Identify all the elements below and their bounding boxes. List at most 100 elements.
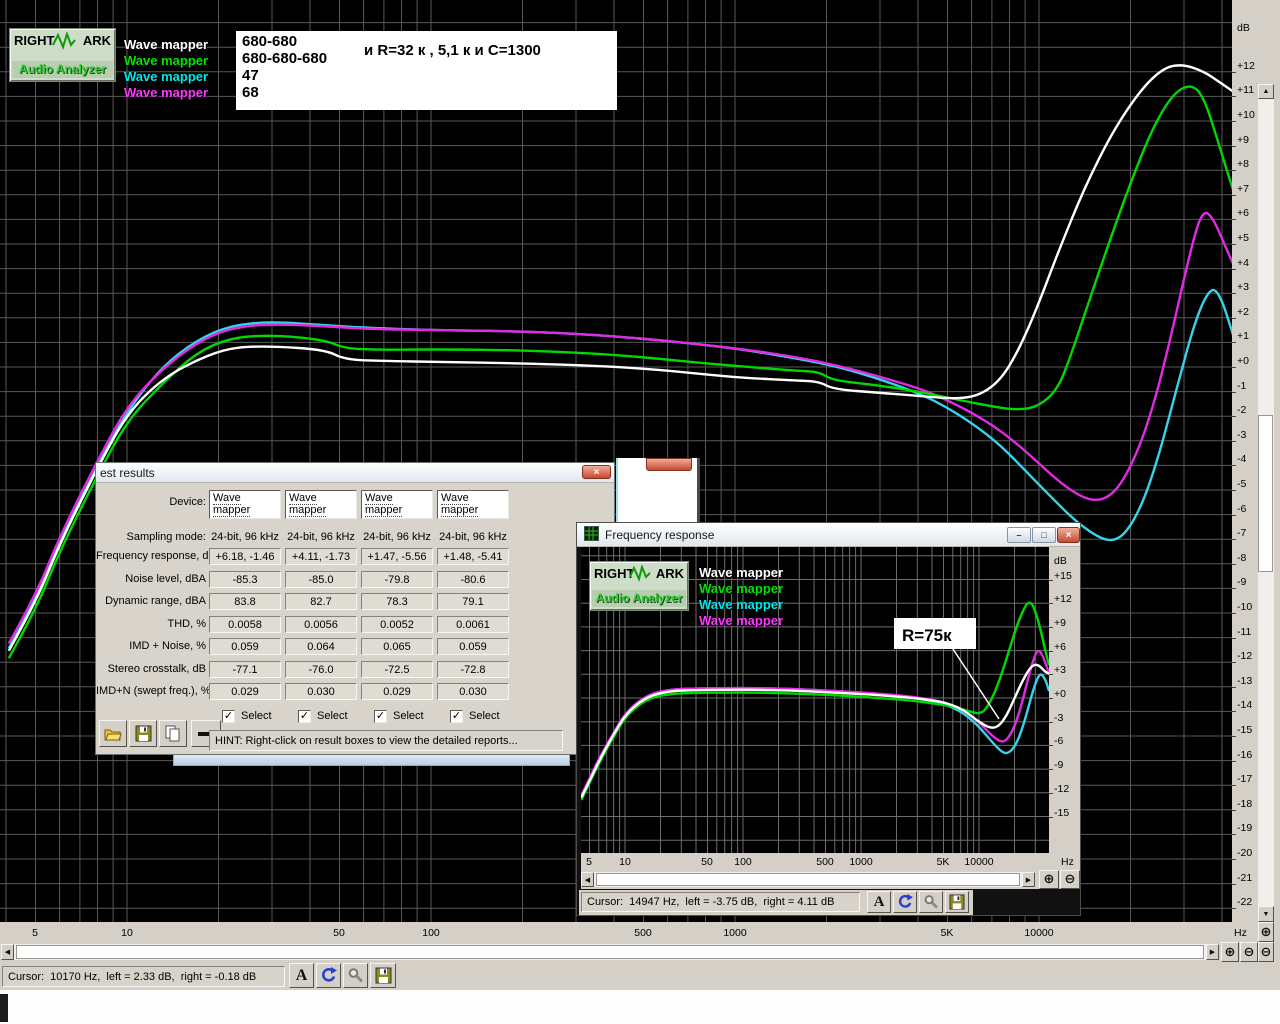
font-button[interactable]: A [867,891,891,913]
font-button[interactable]: A [289,963,314,988]
font-a-icon: A [873,893,885,910]
refresh-button[interactable] [316,963,341,988]
vertical-zoom-in-button[interactable]: ⊕ [1258,922,1274,942]
x-tick-label: 100 [422,927,440,939]
zoom-in-button[interactable]: ⊕ [1039,870,1059,889]
result-value[interactable]: 0.064 [285,638,357,655]
x-tick-label: 10 [121,927,133,939]
annotation-text: R=75к [902,626,952,645]
main-vertical-scrollbar[interactable]: ▲ ▼ [1258,84,1274,922]
y-tick-label: +12 [1237,59,1255,72]
y-tick-mark [1232,711,1236,712]
device-combo[interactable]: Wave mapper [361,490,433,519]
save-button[interactable] [370,963,396,988]
settings-button[interactable] [343,963,368,988]
device-combo[interactable]: Wave mapper [285,490,357,519]
minimize-button[interactable]: – [1007,527,1031,543]
result-value[interactable]: 0.030 [285,683,357,700]
result-value[interactable]: -85.3 [209,571,281,588]
y-tick-mark [1232,613,1236,614]
result-row-label: IMD+N (swept freq.), % [96,685,211,697]
save-results-button[interactable] [129,720,157,747]
main-vscroll-topgap [1258,0,1274,84]
result-value[interactable]: -80.6 [437,571,509,588]
result-value[interactable]: +6.18, -1.46 [209,548,281,565]
sampling-mode-value: 24-bit, 96 kHz [287,531,355,543]
freq-window-titlebar[interactable]: Frequency response – □ × [577,523,1080,547]
hscroll-thumb[interactable] [596,873,1020,886]
refresh-button[interactable] [893,891,917,913]
scroll-right-button[interactable]: ▶ [1022,872,1035,887]
y-tick-mark [1232,859,1236,860]
refresh-icon [898,894,913,908]
result-value[interactable]: +4.11, -1.73 [285,548,357,565]
result-value[interactable]: 0.0058 [209,616,281,633]
maximize-button[interactable]: □ [1032,527,1056,543]
result-value[interactable]: 0.029 [209,683,281,700]
settings-button[interactable] [919,891,943,913]
freq-window-close-button[interactable]: × [1057,527,1080,543]
save-button[interactable] [945,891,969,913]
select-checkbox[interactable]: ✓ [374,710,387,723]
result-value[interactable]: 79.1 [437,593,509,610]
refresh-icon [322,967,337,982]
result-value[interactable]: -72.5 [361,661,433,678]
select-checkbox[interactable]: ✓ [450,710,463,723]
select-checkbox[interactable]: ✓ [298,710,311,723]
result-value[interactable]: -72.8 [437,661,509,678]
result-value[interactable]: 0.059 [437,638,509,655]
horizontal-zoom-out-button[interactable]: ⊖ [1240,942,1258,962]
scroll-left-button[interactable]: ◀ [581,872,594,887]
hscroll-thumb[interactable] [16,945,1204,959]
y-tick-label: +2 [1237,305,1249,318]
result-value[interactable]: 78.3 [361,593,433,610]
scroll-right-button[interactable]: ▶ [1206,944,1219,960]
vertical-zoom-out-button[interactable]: ⊖ [1258,942,1274,962]
device-combo[interactable]: Wave mapper [437,490,509,519]
close-icon: × [1065,529,1072,541]
horizontal-zoom-in-button[interactable]: ⊕ [1221,942,1239,962]
y-tick-mark [1232,761,1236,762]
main-x-axis-strip: 5 10 50 100 500 1000 5K 10000 Hz [0,922,1258,942]
background-window-close-button[interactable] [646,458,692,471]
scroll-down-button[interactable]: ▼ [1258,906,1274,922]
result-value[interactable]: +1.48, -5.41 [437,548,509,565]
result-value[interactable]: 82.7 [285,593,357,610]
y-tick-mark [1232,219,1236,220]
scroll-left-button[interactable]: ◀ [1,944,14,960]
result-value[interactable]: +1.47, -5.56 [361,548,433,565]
y-tick-label: -14 [1237,699,1253,712]
device-combo[interactable]: Wave mapper [209,490,281,519]
y-tick-mark [1232,293,1236,294]
main-hscroll-track[interactable] [14,944,1206,960]
result-value[interactable]: 83.8 [209,593,281,610]
vscroll-thumb[interactable] [1258,415,1273,572]
result-value[interactable]: -76.0 [285,661,357,678]
scroll-up-button[interactable]: ▲ [1258,84,1274,99]
inset-hscroll-track[interactable] [594,872,1022,887]
select-checkbox[interactable]: ✓ [222,710,235,723]
result-value[interactable]: -77.1 [209,661,281,678]
result-value[interactable]: 0.0061 [437,616,509,633]
test-results-close-button[interactable]: × [582,465,611,479]
result-value[interactable]: -79.8 [361,571,433,588]
result-value[interactable]: 0.0052 [361,616,433,633]
result-value[interactable]: -85.0 [285,571,357,588]
copy-results-button[interactable] [159,720,187,747]
y-tick-label: -10 [1237,601,1253,613]
legend-label: Wave mapper [124,37,209,52]
result-value[interactable]: 0.0056 [285,616,357,633]
select-label: Select [241,710,272,722]
waveform-icon [629,565,651,582]
result-value[interactable]: 0.065 [361,638,433,655]
y-tick-label: -22 [1237,896,1253,909]
load-results-button[interactable] [99,720,127,747]
result-value[interactable]: 0.030 [437,683,509,700]
result-value[interactable]: 0.029 [361,683,433,700]
zoom-out-button[interactable]: ⊖ [1060,870,1080,889]
result-value[interactable]: 0.059 [209,638,281,655]
background-window-fragment [616,458,700,524]
test-results-titlebar[interactable]: est results × [96,463,614,483]
y-tick-mark [1232,416,1236,417]
x-tick-label: 5 [32,927,38,939]
